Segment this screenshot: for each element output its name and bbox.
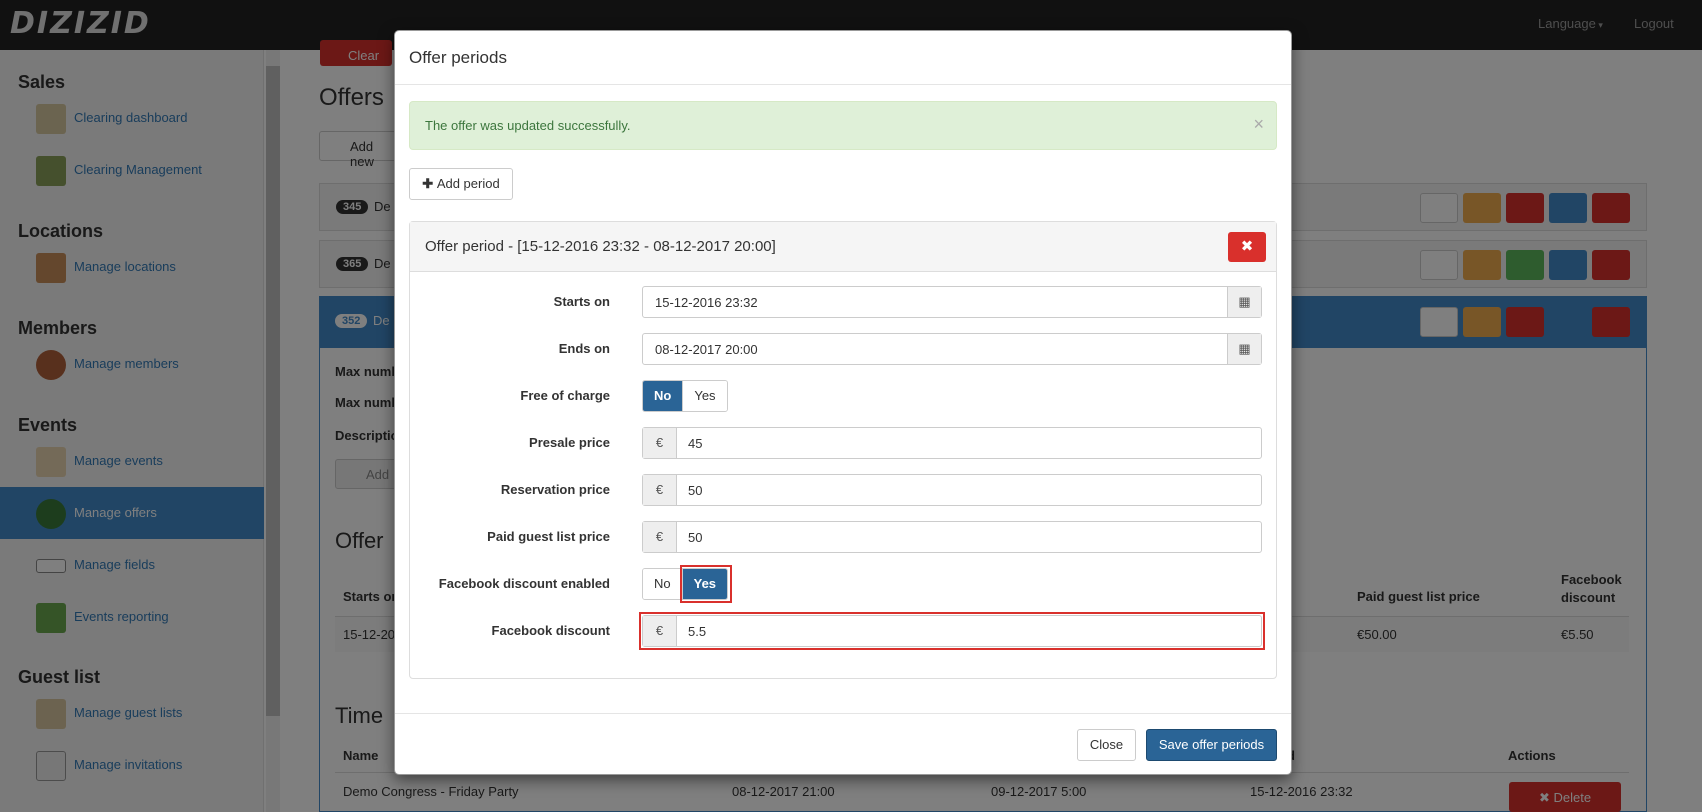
paid-guest-list-price-input[interactable]: € 50 (642, 521, 1262, 553)
facebook-discount-label: Facebook discount (491, 623, 610, 638)
times-icon: ✖ (1240, 238, 1254, 255)
ends-on-label: Ends on (558, 341, 610, 356)
reservation-price-input[interactable]: € 50 (642, 474, 1262, 506)
reservation-price-label: Reservation price (500, 482, 610, 497)
add-period-button[interactable]: ✚ Add period (409, 168, 513, 200)
panel-heading: Offer period - [15-12-2016 23:32 - 08-12… (410, 222, 1276, 272)
free-of-charge-yes[interactable]: Yes (682, 381, 727, 411)
alert-message: The offer was updated successfully. (425, 118, 631, 133)
highlight-yes-toggle (680, 565, 732, 603)
facebook-discount-enabled-label: Facebook discount enabled (438, 576, 610, 591)
calendar-icon[interactable]: ▦ (1227, 287, 1261, 317)
close-button[interactable]: Close (1077, 729, 1136, 761)
success-alert: The offer was updated successfully. × (409, 101, 1277, 150)
euro-addon: € (643, 522, 677, 552)
free-of-charge-no[interactable]: No (643, 381, 683, 411)
presale-price-input[interactable]: € 45 (642, 427, 1262, 459)
modal-footer-divider (395, 713, 1291, 714)
ends-on-input[interactable]: 08-12-2017 20:00 ▦ (642, 333, 1262, 365)
facebook-discount-no[interactable]: No (643, 569, 682, 599)
close-icon[interactable]: × (1253, 114, 1264, 135)
free-of-charge-toggle[interactable]: No Yes (642, 380, 728, 412)
calendar-icon[interactable]: ▦ (1227, 334, 1261, 364)
period-title: Offer period - [15-12-2016 23:32 - 08-12… (425, 238, 776, 255)
save-offer-periods-button[interactable]: Save offer periods (1146, 729, 1277, 761)
offer-periods-modal: Offer periods The offer was updated succ… (394, 30, 1292, 775)
starts-on-input[interactable]: 15-12-2016 23:32 ▦ (642, 286, 1262, 318)
remove-period-button[interactable]: ✖ (1228, 232, 1266, 262)
euro-addon: € (643, 428, 677, 458)
plus-icon: ✚ (422, 176, 437, 191)
modal-title: Offer periods (409, 48, 507, 67)
paid-guest-list-price-label: Paid guest list price (487, 529, 610, 544)
starts-on-label: Starts on (553, 294, 610, 309)
euro-addon: € (643, 475, 677, 505)
free-of-charge-label: Free of charge (520, 388, 610, 403)
modal-header: Offer periods (395, 31, 1291, 85)
offer-period-panel: Offer period - [15-12-2016 23:32 - 08-12… (409, 221, 1277, 679)
highlight-discount-input (639, 612, 1265, 650)
presale-price-label: Presale price (529, 435, 610, 450)
